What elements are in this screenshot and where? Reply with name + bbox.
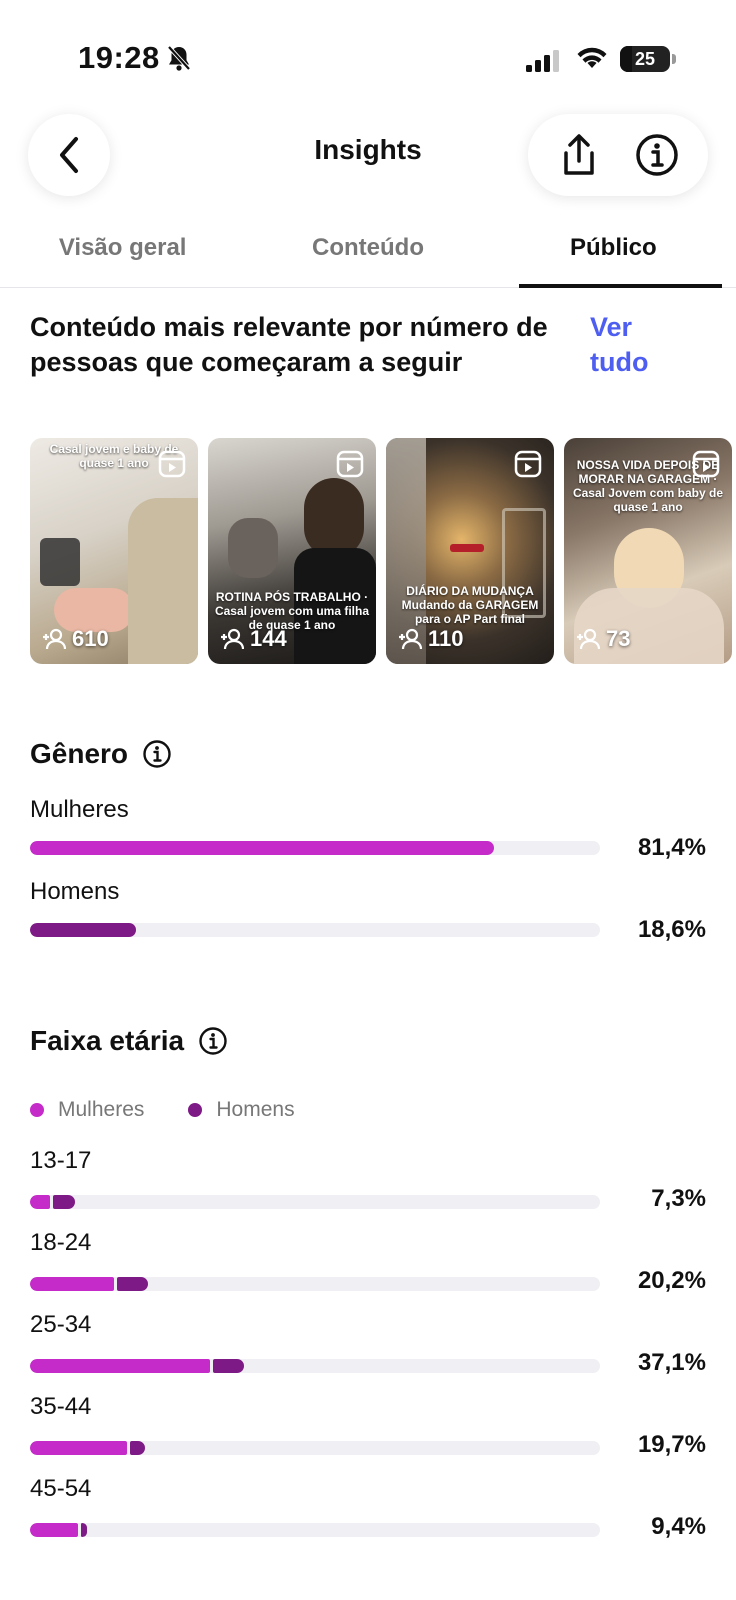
follower-count-value: 144 (250, 626, 287, 651)
reels-icon (158, 450, 186, 478)
bell-muted-icon (167, 45, 191, 71)
tab-content[interactable]: Conteúdo (245, 220, 490, 287)
gender-bar-track (30, 923, 600, 937)
follower-count-value: 610 (72, 626, 109, 651)
add-person-icon (221, 628, 244, 650)
age-bar-track (30, 1523, 600, 1537)
legend-label-men: Homens (216, 1098, 295, 1121)
share-button[interactable] (549, 125, 609, 185)
age-bar-men (80, 1523, 87, 1537)
legend-item-women: Mulheres (30, 1098, 144, 1122)
age-range-value: 20,2% (637, 1267, 706, 1294)
age-bar-women (30, 1277, 115, 1291)
gender-label-women: Mulheres (30, 796, 129, 823)
age-bar-women (30, 1523, 78, 1537)
legend-dot-women (30, 1103, 44, 1117)
age-bar-men (117, 1277, 149, 1291)
age-legend: Mulheres Homens (30, 1098, 295, 1122)
battery-level: 25 (634, 48, 656, 69)
content-carousel[interactable]: Casal jovem e baby de quase 1 ano 610 RO… (30, 438, 736, 664)
age-range-value: 7,3% (651, 1185, 706, 1212)
age-range-label: 13-17 (30, 1147, 92, 1174)
age-range-value: 9,4% (651, 1513, 706, 1540)
age-bar-men (213, 1359, 245, 1373)
add-person-icon (399, 628, 422, 650)
tab-overview[interactable]: Visão geral (0, 220, 245, 287)
thumbnail-caption: DIÁRIO DA MUDANÇA Mudando da GARAGEM par… (401, 584, 539, 626)
new-followers-count: 73 (576, 626, 630, 652)
age-title: Faixa etária (30, 1025, 185, 1056)
info-icon[interactable] (142, 739, 172, 769)
age-section-title: Faixa etária (30, 1025, 228, 1057)
reels-icon (692, 450, 720, 478)
reels-icon (336, 450, 364, 478)
new-followers-count: 610 (42, 626, 109, 652)
tab-audience[interactable]: Público (491, 220, 736, 288)
see-all-link[interactable]: Ver tudo (590, 310, 680, 380)
new-followers-count: 110 (398, 626, 464, 652)
content-thumbnail[interactable]: ROTINA PÓS TRABALHO · Casal jovem com um… (208, 438, 376, 664)
age-bar-track (30, 1441, 600, 1455)
info-button[interactable] (627, 125, 687, 185)
age-bar-track (30, 1359, 600, 1373)
gender-title: Gênero (30, 738, 129, 769)
legend-label-women: Mulheres (58, 1098, 145, 1121)
follower-count-value: 73 (606, 626, 631, 651)
content-thumbnail[interactable]: Casal jovem e baby de quase 1 ano 610 (30, 438, 198, 664)
reels-icon (514, 450, 542, 478)
gender-bar-track (30, 841, 600, 855)
age-bar-track (30, 1277, 600, 1291)
age-range-value: 37,1% (637, 1349, 706, 1376)
age-bar-men (52, 1195, 75, 1209)
status-bar: 19:28 25 (0, 0, 736, 110)
age-bar-women (30, 1441, 128, 1455)
age-range-label: 45-54 (30, 1475, 92, 1502)
header-actions (528, 114, 708, 196)
gender-section-title: Gênero (30, 738, 172, 770)
new-followers-count: 144 (220, 626, 287, 652)
age-bar-women (30, 1359, 211, 1373)
gender-value-women: 81,4% (637, 834, 706, 861)
gender-label-men: Homens (30, 878, 120, 905)
age-range-label: 25-34 (30, 1311, 92, 1338)
cellular-signal-icon (526, 50, 559, 72)
tab-bar: Visão geral Conteúdo Público (0, 220, 736, 288)
age-range-label: 35-44 (30, 1393, 92, 1420)
add-person-icon (577, 628, 600, 650)
legend-dot-men (188, 1103, 203, 1117)
battery-indicator: 25 (620, 46, 676, 72)
add-person-icon (43, 628, 66, 650)
wifi-icon (577, 47, 607, 68)
content-thumbnail[interactable]: DIÁRIO DA MUDANÇA Mudando da GARAGEM par… (386, 438, 554, 664)
gender-value-men: 18,6% (637, 916, 706, 943)
gender-bar-men (30, 923, 137, 937)
gender-bar-women (30, 841, 494, 855)
age-range-label: 18-24 (30, 1229, 92, 1256)
info-icon[interactable] (198, 1026, 228, 1056)
status-time: 19:28 (78, 40, 160, 75)
share-icon (564, 134, 594, 175)
age-bar-track (30, 1195, 600, 1209)
legend-item-men: Homens (188, 1098, 295, 1122)
age-bar-women (30, 1195, 50, 1209)
age-bar-men (130, 1441, 146, 1455)
relevant-content-heading: Conteúdo mais relevante por número de pe… (30, 312, 548, 377)
info-icon (636, 134, 678, 176)
header: Insights (0, 110, 736, 210)
content-thumbnail[interactable]: NOSSA VIDA DEPOIS DE MORAR NA GARAGEM · … (564, 438, 732, 664)
follower-count-value: 110 (428, 626, 464, 651)
age-range-value: 19,7% (637, 1431, 706, 1458)
